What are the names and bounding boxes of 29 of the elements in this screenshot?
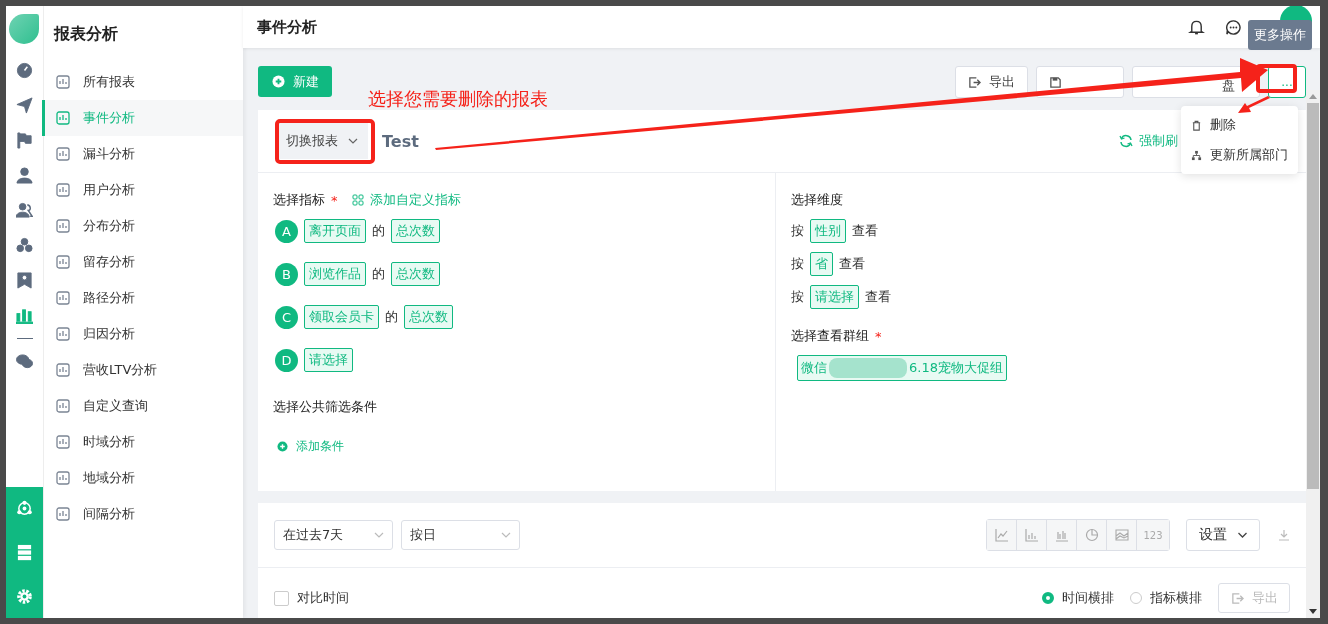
page-title: 事件分析 [257, 17, 317, 37]
report-name: Test [382, 131, 419, 151]
metric-letter-badge: B [275, 262, 298, 286]
required-mark: * [331, 192, 338, 208]
section-title: 选择指标 [273, 191, 325, 209]
metric-letter-badge: A [275, 219, 298, 243]
checkbox-label: 对比时间 [297, 589, 349, 607]
joiner-text: 的 [372, 265, 385, 283]
sidebar-title: 报表分析 [52, 23, 119, 45]
joiner-text: 的 [385, 308, 398, 326]
section-title: 选择查看群组 [791, 327, 869, 345]
section-title: 选择公共筛选条件 [273, 398, 377, 416]
prefix-text: 按 [791, 255, 804, 273]
required-mark: * [875, 328, 882, 344]
prefix-text: 按 [791, 222, 804, 240]
radio-label: 指标横排 [1150, 589, 1202, 607]
suffix-text: 查看 [839, 255, 865, 273]
group-name-start: 微信 [801, 359, 827, 377]
radio-label: 时间横排 [1062, 589, 1114, 607]
suffix-text: 查看 [865, 288, 891, 306]
annotation-text: 选择您需要删除的报表 [368, 87, 548, 111]
group-name-end: 6.18宠物大促组 [909, 359, 1003, 377]
tooltip: 更多操作 [1248, 20, 1312, 50]
metric-letter-badge: C [275, 305, 298, 329]
prefix-text: 按 [791, 288, 804, 306]
section-title: 选择维度 [791, 191, 843, 209]
metric-letter-badge: D [275, 348, 298, 372]
joiner-text: 的 [372, 222, 385, 240]
suffix-text: 查看 [852, 222, 878, 240]
